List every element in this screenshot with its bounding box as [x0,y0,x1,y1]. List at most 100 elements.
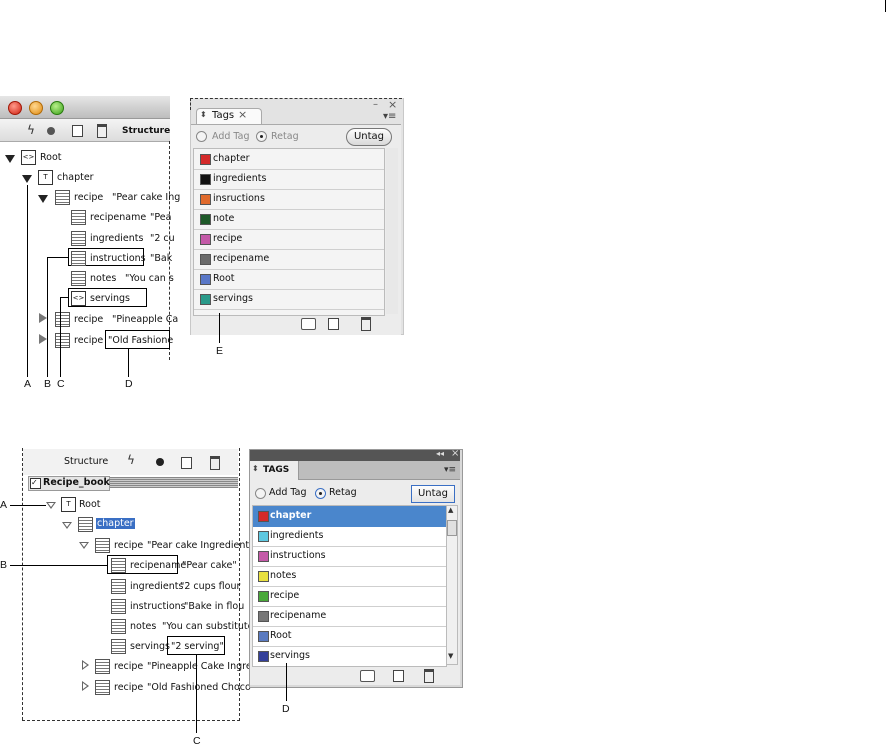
tag-options-icon[interactable] [360,670,375,682]
scroll-up-icon[interactable]: ▲ [448,506,453,514]
tree-row-label[interactable]: ingredients [90,233,143,244]
tree-row-label[interactable]: recipe [114,661,143,672]
tree-row-label[interactable]: servings [130,641,170,652]
tag-list-item[interactable]: ingredients [253,526,446,547]
leader-line [60,297,68,298]
leader-line [47,257,48,377]
tags-scrollbar[interactable] [386,148,398,314]
collapse-icon[interactable]: – [373,99,378,110]
tree-row-label[interactable]: recipe [114,682,143,693]
lightning-icon[interactable]: ϟ [27,123,35,137]
tree-row-label[interactable]: ingredients [130,581,183,592]
tag-list-item[interactable]: servings [253,646,446,666]
scroll-thumb[interactable] [447,520,457,536]
tag-list-item[interactable]: recipename [253,606,446,627]
new-element-icon[interactable] [181,457,192,469]
tag-label: recipe [213,233,243,244]
tag-color-swatch [200,274,211,285]
tree-row-label[interactable]: recipe [114,540,143,551]
tree-toggle[interactable] [62,522,72,529]
tree-toggle[interactable] [79,542,89,549]
tree-row-label[interactable]: notes [130,621,156,632]
checkbox-icon[interactable]: ✓ [30,478,41,489]
tag-list-item[interactable]: notes [253,566,446,587]
panel-menu-icon[interactable]: ▾≡ [444,465,456,475]
lightning-icon[interactable]: ϟ [127,453,135,467]
record-icon[interactable] [47,127,55,135]
tag-list-item[interactable]: recipe [253,586,446,607]
close-panel-icon[interactable]: × [388,98,397,111]
tree-row-label[interactable]: recipe [74,192,103,203]
tag-list-item[interactable]: Root [253,626,446,647]
delete-tag-icon[interactable] [361,317,371,331]
collapse-panel-icon[interactable]: ◂◂ [436,449,444,458]
tree-toggle[interactable] [38,195,48,203]
new-tag-icon[interactable] [328,318,339,330]
tag-list-item[interactable]: instructions [253,546,446,567]
tree-row-label[interactable]: chapter [57,172,94,183]
tag-list-item[interactable]: recipename [194,249,384,270]
tag-color-swatch [258,591,269,602]
tag-list-item[interactable]: Root [194,269,384,290]
retag-radio[interactable] [315,488,326,499]
tree-row-label[interactable]: recipename [130,560,186,571]
tree-row-label[interactable]: servings [90,293,130,304]
retag-radio[interactable] [256,131,267,142]
delete-tag-icon[interactable] [424,669,434,683]
tag-list-item[interactable]: insructions [194,189,384,210]
tree-row-label[interactable]: recipename [90,212,146,223]
untag-button[interactable]: Untag [411,485,455,503]
tree-row-label[interactable]: recipe [74,335,103,346]
tag-list-item[interactable]: servings [194,289,384,310]
tree-toggle[interactable] [22,175,32,183]
tree-row-label-selected[interactable]: chapter [96,518,135,529]
add-tag-radio[interactable] [196,131,207,142]
tree-toggle[interactable] [5,155,15,163]
tree-row-value: "Pear cake" [182,560,237,571]
tag-color-swatch [258,631,269,642]
scroll-down-icon[interactable]: ▼ [448,652,453,660]
panel-menu-icon[interactable]: ▾≡ [383,111,396,122]
tree-row-label[interactable]: Root [40,152,62,163]
trash-icon[interactable] [210,456,220,470]
tag-list-item[interactable]: note [194,209,384,230]
tree-toggle[interactable] [82,681,89,691]
tree-row-label[interactable]: recipe [74,314,103,325]
tree-row-label[interactable]: notes [90,273,116,284]
leader-line [196,655,197,733]
tree-row-label[interactable]: Root [79,499,101,510]
callout-B: B [44,378,52,390]
tree-toggle[interactable] [46,502,56,509]
add-tag-radio[interactable] [255,488,266,499]
text-element-icon [55,190,70,205]
title-bar [0,96,170,119]
tree-toggle[interactable] [39,334,47,344]
zoom-window-button[interactable] [50,101,64,115]
close-panel-icon[interactable]: × [451,448,459,459]
tree-toggle[interactable] [82,660,89,670]
record-icon[interactable] [156,458,164,466]
text-element-icon [71,231,86,246]
trash-icon[interactable] [97,124,107,138]
untag-button-label: Untag [417,488,449,499]
tag-list-item[interactable]: ingredients [194,169,384,190]
tag-label: chapter [213,153,250,164]
minimize-window-button[interactable] [29,101,43,115]
callout-C: C [193,735,201,747]
tag-list-item-selected[interactable]: chapter [253,506,446,527]
tree-toggle[interactable] [39,313,47,323]
leader-line [47,257,68,258]
tab-close-icon[interactable]: × [238,108,247,121]
tag-list-item[interactable]: recipe [194,229,384,250]
callout-B: B [0,559,8,571]
tag-options-icon[interactable] [301,318,316,330]
tag-list-item[interactable]: chapter [194,149,384,170]
xml-element-icon: <> [71,291,86,306]
close-window-button[interactable] [8,101,22,115]
tree-row-label[interactable]: instructions [130,601,186,612]
new-element-icon[interactable] [72,125,83,137]
new-tag-icon[interactable] [393,670,404,682]
tree-row-label[interactable]: instructions [90,253,146,264]
text-element-icon [55,333,70,348]
untag-button[interactable]: Untag [346,128,392,146]
